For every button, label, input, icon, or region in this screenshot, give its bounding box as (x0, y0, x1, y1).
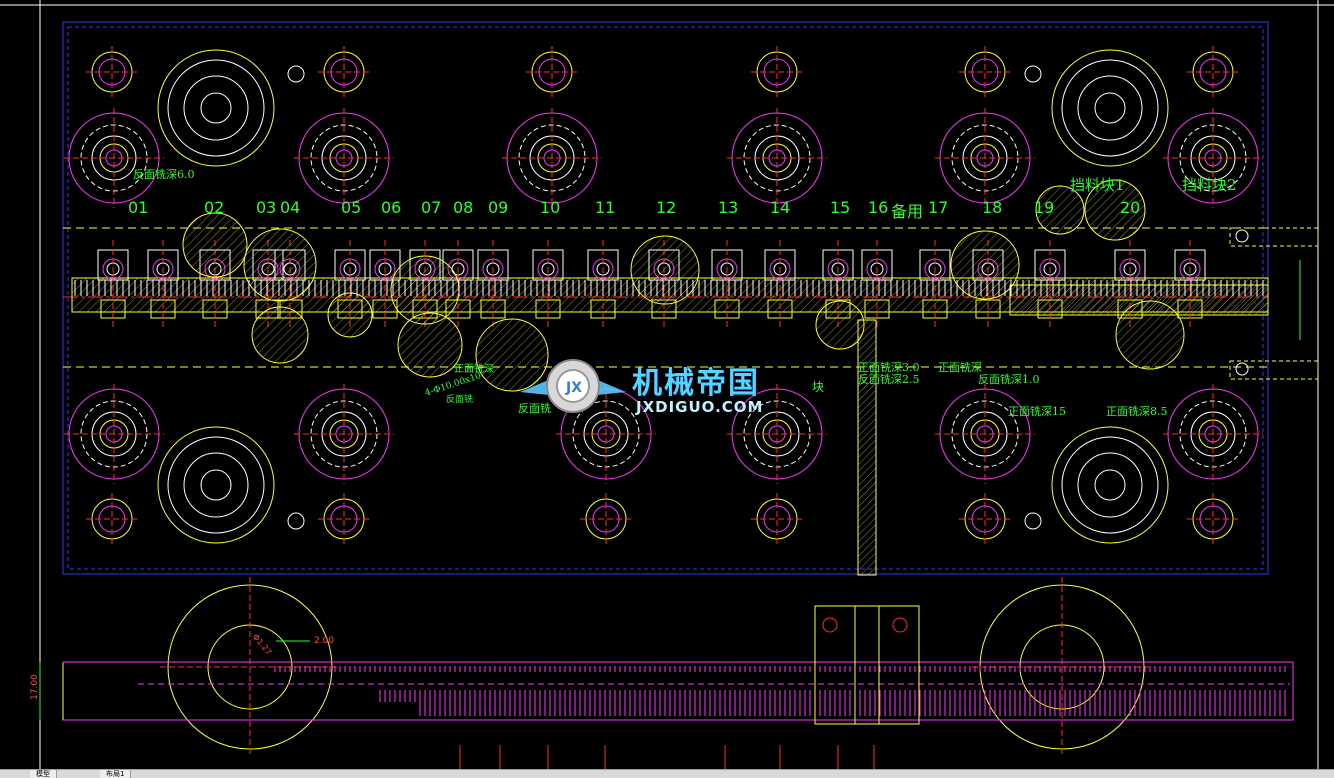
station-label-11: 11 (595, 198, 616, 217)
station-label-13: 13 (718, 198, 739, 217)
guide-post-outer (157, 49, 275, 167)
guide-post-mid (167, 436, 265, 534)
hatched-insert (182, 212, 248, 278)
guide-post-outer (1051, 426, 1169, 544)
clamp-block (814, 605, 920, 725)
pilot-pin (1024, 512, 1042, 530)
guide-bush-inner (330, 505, 358, 533)
watermark-en-text: JXDIGUO.COM (636, 398, 764, 416)
guide-post-core (1094, 92, 1126, 124)
annotation-back-mill-2-5: 反面铣深2.5 (858, 373, 920, 386)
guide-post-outer (1051, 49, 1169, 167)
watermark-logo: JX 机械帝国 JXDIGUO.COM (518, 352, 818, 422)
station-label-07: 07 (421, 198, 442, 217)
guide-bush-inner (971, 58, 999, 86)
guide-post-mid (1061, 59, 1159, 157)
feed-guide (1229, 227, 1319, 247)
annotation-front-mill-left: 正面铣深 (454, 364, 494, 375)
clamp-screw (822, 617, 838, 633)
stop-block-label-2: 挡料块2 (1182, 176, 1237, 194)
annotation-back-mill-6: 反面铣深6.0 (133, 168, 195, 181)
dimension-17-00: 17.00 (30, 674, 40, 700)
guide-post-mid (167, 59, 265, 157)
guide-post-inner (183, 452, 249, 518)
guide-bush-inner (971, 505, 999, 533)
pilot-pin (1024, 65, 1042, 83)
guide-post-mid (1061, 436, 1159, 534)
hatched-insert (397, 312, 463, 378)
station-label-20: 20 (1120, 198, 1141, 217)
feed-guide-hole (1235, 362, 1249, 376)
winged-gear-icon: JX (520, 359, 626, 413)
station-label-10: 10 (540, 198, 561, 217)
stop-block-label-1: 挡料块1 (1070, 176, 1125, 194)
guide-post-inner (1077, 75, 1143, 141)
station-label-19: 19 (1034, 198, 1055, 217)
station-label-09: 09 (488, 198, 509, 217)
hatched-insert (630, 235, 700, 305)
guide-post-inner (1077, 452, 1143, 518)
guide-bush-inner (1199, 505, 1227, 533)
svg-text:JX: JX (565, 380, 582, 396)
feed-guide-hole (1235, 229, 1249, 243)
watermark-cn-text: 机械帝国 (632, 366, 760, 401)
guide-post-core (200, 469, 232, 501)
dimension-2-00: 2.00 (314, 636, 335, 646)
hatched-insert (251, 306, 309, 364)
station-label-spare: 备用 (891, 202, 924, 221)
guide-bush-inner (538, 58, 566, 86)
station-label-05: 05 (341, 198, 362, 217)
feed-guide (1229, 360, 1319, 380)
hatched-insert (327, 292, 373, 338)
station-label-03: 03 (256, 198, 277, 217)
guide-bush-inner (330, 58, 358, 86)
station-label-14: 14 (770, 198, 791, 217)
station-label-18: 18 (982, 198, 1003, 217)
station-label-12: 12 (656, 198, 677, 217)
station-label-17: 17 (928, 198, 949, 217)
annotation-back-mill-1: 反面铣深1.0 (978, 373, 1040, 386)
guide-post-inner (183, 75, 249, 141)
guide-bush-inner (1199, 58, 1227, 86)
guide-post-core (1094, 469, 1126, 501)
hatched-insert (815, 300, 865, 350)
station-label-08: 08 (453, 198, 474, 217)
station-label-16: 16 (868, 198, 889, 217)
annotation-back-note: 反面铣 (446, 395, 474, 405)
hatched-insert (1115, 300, 1185, 370)
clamp-screw (892, 617, 908, 633)
station-label-06: 06 (381, 198, 402, 217)
station-label-01: 01 (128, 198, 149, 217)
lower-section-rail (62, 661, 1294, 721)
annotation-front-mill-15: 正面铣深15 (1008, 405, 1066, 418)
guide-bush-inner (592, 505, 620, 533)
guide-bush-inner (98, 505, 126, 533)
guide-bush-inner (763, 58, 791, 86)
guide-post-outer (157, 426, 275, 544)
station-label-02: 02 (204, 198, 225, 217)
pilot-pin (287, 65, 305, 83)
pilot-pin (287, 512, 305, 530)
station-label-15: 15 (830, 198, 851, 217)
guide-post-core (200, 92, 232, 124)
guide-bush-inner (98, 58, 126, 86)
annotation-front-mill-a: 正面铣深 (938, 361, 982, 374)
cad-drawing-canvas[interactable]: 01 02 03 04 05 06 07 08 09 10 11 12 13 1… (0, 0, 1334, 769)
annotation-front-mill-8-5: 正面铣深8.5 (1106, 405, 1168, 418)
guide-bush-inner (763, 505, 791, 533)
hatched-insert (950, 230, 1020, 300)
station-label-04: 04 (280, 198, 301, 217)
